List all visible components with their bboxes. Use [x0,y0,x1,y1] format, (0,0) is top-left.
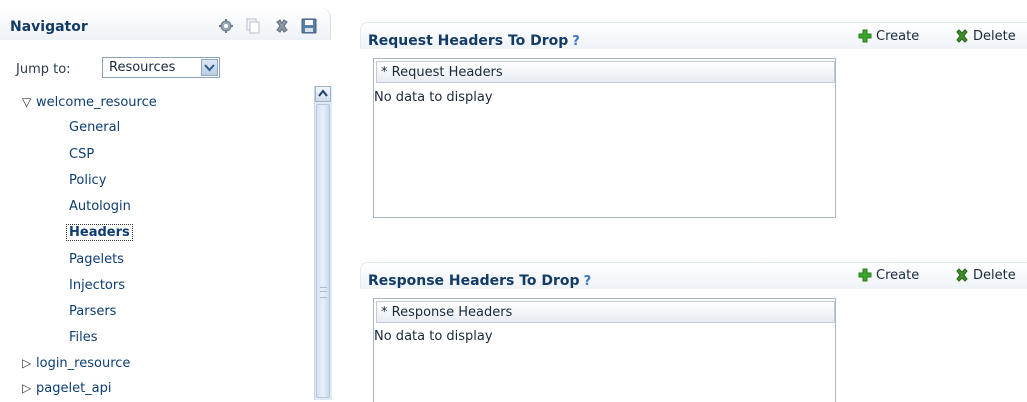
navigator-panel: Navigator Jump to: Resources ▽ welcome_r… [0,0,340,400]
tree-node-label: pagelet_api [36,381,112,396]
navigator-scrollbar[interactable] [314,86,332,400]
response-delete-button[interactable]: Delete [955,268,1016,286]
delete-icon[interactable] [274,18,290,34]
response-empty-message: No data to display [374,329,493,344]
tree-item-autologin[interactable]: Autologin [69,199,131,214]
copy-icon[interactable] [245,18,261,34]
section-title-text: Response Headers To Drop [368,273,580,289]
expanded-triangle-icon[interactable]: ▽ [22,95,36,109]
section-title-text: Request Headers To Drop [368,33,569,49]
tree-item-csp[interactable]: CSP [69,147,94,162]
create-label: Create [876,268,920,283]
table-column-header[interactable]: * Request Headers [376,61,835,83]
request-section-title: Request Headers To Drop? [368,33,580,49]
plus-icon [858,29,872,47]
tree-item-parsers[interactable]: Parsers [69,304,116,319]
scroll-up-button[interactable] [315,86,331,102]
delete-label: Delete [973,29,1016,44]
tree-item-files[interactable]: Files [69,330,98,345]
scrollbar-thumb[interactable] [316,104,330,398]
jump-to-select[interactable]: Resources [102,57,220,78]
tree-node-login-resource[interactable]: ▷ login_resource [22,356,130,371]
response-headers-table: * Response Headers [373,298,836,402]
tree-item-general[interactable]: General [69,120,120,135]
tree-node-welcome-resource[interactable]: ▽ welcome_resource [22,95,157,110]
scrollbar-grip-icon [320,287,327,298]
create-label: Create [876,29,920,44]
chevron-down-icon[interactable] [201,59,218,76]
help-icon[interactable]: ? [584,274,592,289]
plus-icon [858,268,872,286]
tree-item-headers[interactable]: Headers [66,224,133,241]
column-header-text: * Response Headers [381,305,513,320]
delete-label: Delete [973,268,1016,283]
request-delete-button[interactable]: Delete [955,29,1016,47]
request-empty-message: No data to display [374,90,493,105]
request-headers-table: * Request Headers [373,58,836,218]
tree-item-label: Headers [66,224,133,241]
tree-item-pagelets[interactable]: Pagelets [69,252,124,267]
gear-icon[interactable] [218,18,234,34]
response-create-button[interactable]: Create [858,268,919,286]
delete-x-icon [955,268,969,286]
tree-node-label: login_resource [36,356,131,371]
table-column-header[interactable]: * Response Headers [376,301,835,323]
tree-item-injectors[interactable]: Injectors [69,278,125,293]
help-icon[interactable]: ? [572,34,580,49]
tree-node-pagelet-api[interactable]: ▷ pagelet_api [22,381,112,396]
jump-to-value: Resources [109,60,176,75]
tree-node-label: welcome_resource [36,95,157,110]
save-icon[interactable] [301,18,317,34]
navigator-header: Navigator [0,8,331,40]
column-header-text: * Request Headers [381,65,503,80]
delete-x-icon [955,29,969,47]
collapsed-triangle-icon[interactable]: ▷ [22,381,36,395]
tree-item-policy[interactable]: Policy [69,173,106,188]
jump-to-label: Jump to: [16,62,71,77]
request-create-button[interactable]: Create [858,29,919,47]
response-section-title: Response Headers To Drop? [368,273,591,289]
navigator-title: Navigator [10,19,88,35]
collapsed-triangle-icon[interactable]: ▷ [22,356,36,370]
